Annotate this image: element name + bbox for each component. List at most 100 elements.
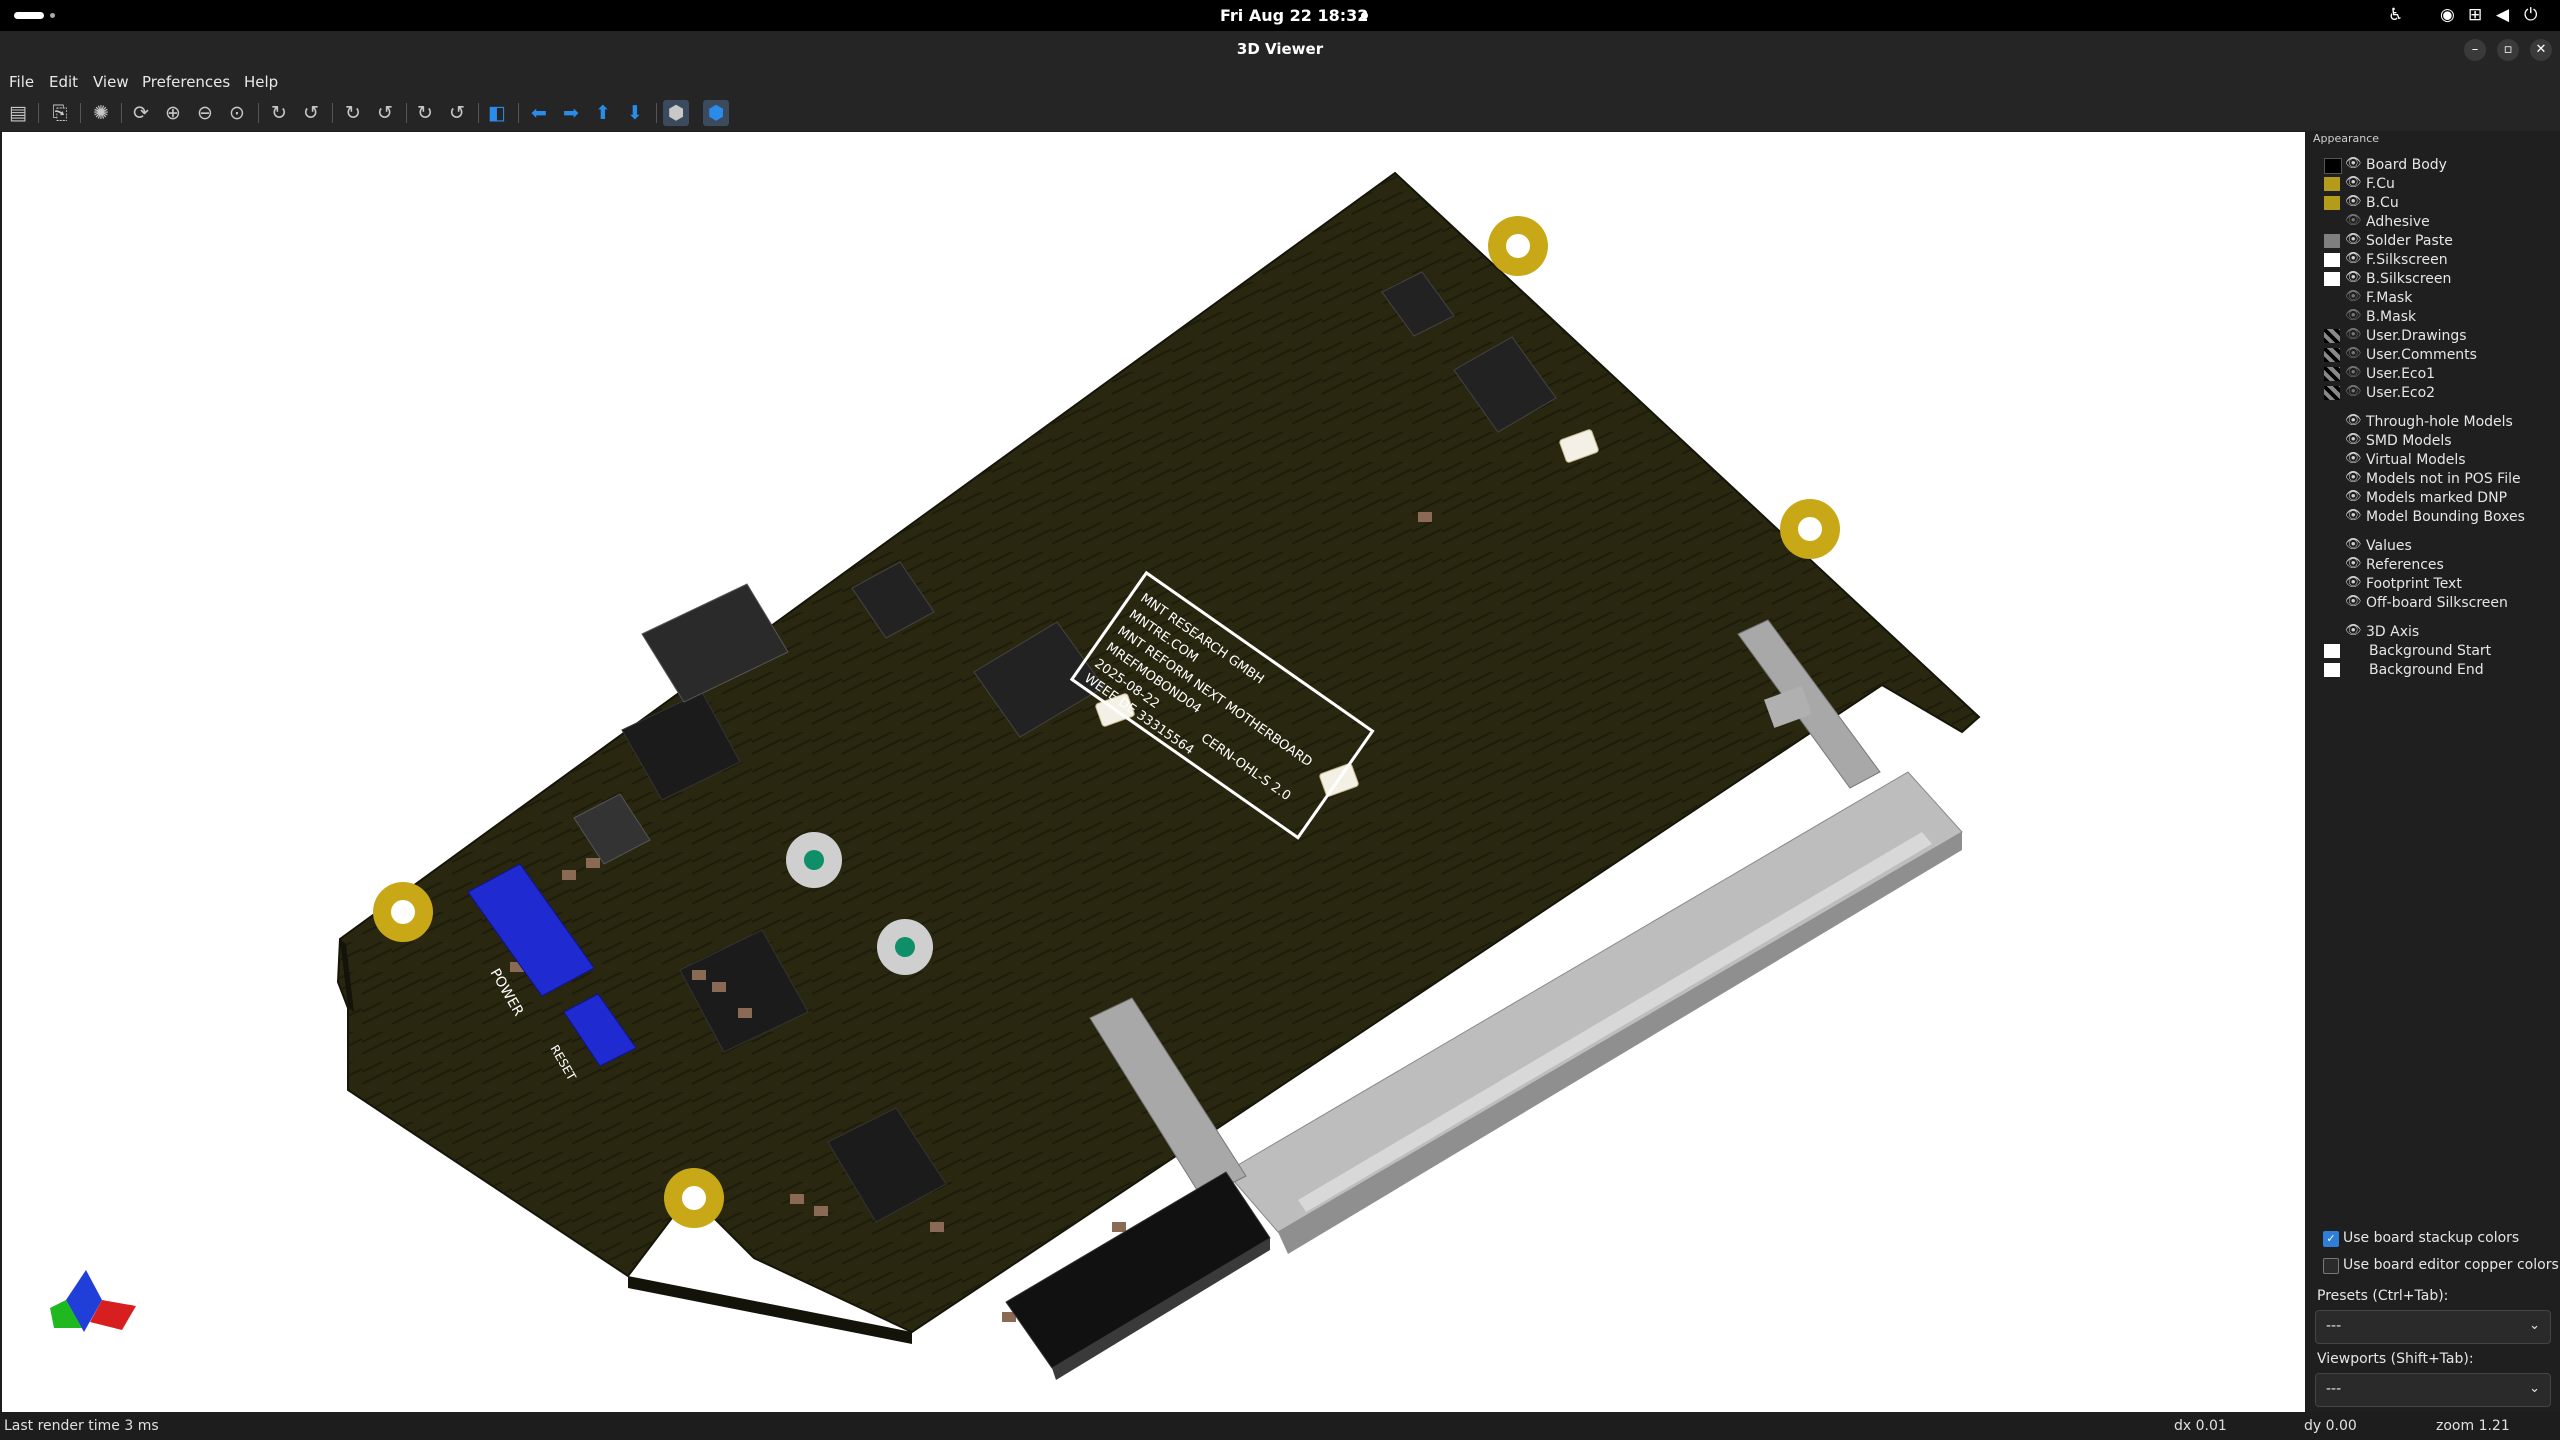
- eye-off-icon[interactable]: 👁: [2345, 384, 2362, 399]
- volume-icon[interactable]: ◀: [2496, 5, 2509, 25]
- eye-icon[interactable]: 👁: [2345, 270, 2362, 285]
- pan-down-icon[interactable]: ⬇: [622, 100, 648, 126]
- color-swatch[interactable]: [2324, 253, 2340, 267]
- eye-off-icon[interactable]: 👁: [2345, 308, 2362, 323]
- workspace-indicator[interactable]: [14, 12, 44, 19]
- eye-icon[interactable]: 👁: [2345, 175, 2362, 190]
- eye-off-icon[interactable]: 👁: [2345, 289, 2362, 304]
- layer-board-body[interactable]: 👁 Board Body: [2307, 155, 2560, 174]
- eye-icon[interactable]: 👁: [2345, 575, 2362, 590]
- color-swatch[interactable]: [2324, 386, 2340, 400]
- menu-preferences[interactable]: Preferences: [142, 73, 230, 91]
- eye-icon[interactable]: 👁: [2345, 451, 2362, 466]
- layer-solder-paste[interactable]: 👁 Solder Paste: [2307, 231, 2560, 250]
- raytrace-toggle-icon[interactable]: ✺: [88, 100, 114, 126]
- layer-f-silkscreen[interactable]: 👁 F.Silkscreen: [2307, 250, 2560, 269]
- zoom-fit-icon[interactable]: ⊙: [224, 100, 250, 126]
- power-icon[interactable]: ⏻: [2524, 5, 2537, 25]
- color-swatch[interactable]: [2324, 272, 2340, 286]
- layer-user-comments[interactable]: 👁 User.Comments: [2307, 345, 2560, 364]
- eye-icon[interactable]: 👁: [2345, 251, 2362, 266]
- color-swatch[interactable]: [2324, 644, 2340, 658]
- location-icon[interactable]: ◉: [2440, 5, 2455, 25]
- pcb-board[interactable]: [336, 171, 1981, 1344]
- rotate-x-cw-icon[interactable]: ↻: [266, 100, 292, 126]
- rotate-z-cw-icon[interactable]: ↻: [412, 100, 438, 126]
- menu-help[interactable]: Help: [244, 73, 278, 91]
- layer-f-cu[interactable]: 👁 F.Cu: [2307, 174, 2560, 193]
- toggle-bounding-boxes[interactable]: 👁 Model Bounding Boxes: [2307, 507, 2560, 526]
- eye-icon[interactable]: 👁: [2345, 232, 2362, 247]
- color-swatch[interactable]: [2324, 196, 2340, 210]
- rotate-x-ccw-icon[interactable]: ↺: [298, 100, 324, 126]
- render-raytracing-icon[interactable]: ▤: [5, 100, 31, 126]
- layer-user-eco2[interactable]: 👁 User.Eco2: [2307, 383, 2560, 402]
- toggle-models-not-in-pos[interactable]: 👁 Models not in POS File: [2307, 469, 2560, 488]
- menu-edit[interactable]: Edit: [49, 73, 78, 91]
- layer-b-silkscreen[interactable]: 👁 B.Silkscreen: [2307, 269, 2560, 288]
- use-stackup-colors-checkbox[interactable]: ✓: [2323, 1231, 2339, 1247]
- toggle-models-dnp[interactable]: 👁 Models marked DNP: [2307, 488, 2560, 507]
- 3d-viewport[interactable]: POWER RESET MNT RESEARCH GMBH MNTRE.COM …: [2, 132, 2305, 1412]
- layer-f-mask[interactable]: 👁 F.Mask: [2307, 288, 2560, 307]
- flip-board-icon[interactable]: ◧: [484, 100, 510, 126]
- eye-icon[interactable]: 👁: [2345, 413, 2362, 428]
- toggle-footprint-text[interactable]: 👁 Footprint Text: [2307, 574, 2560, 593]
- network-icon[interactable]: ⊞: [2468, 5, 2482, 25]
- color-swatch[interactable]: [2324, 177, 2340, 191]
- accessibility-icon[interactable]: ♿: [2388, 5, 2403, 25]
- minimize-button[interactable]: –: [2464, 39, 2486, 61]
- eye-icon[interactable]: 👁: [2345, 623, 2362, 638]
- eye-icon[interactable]: 👁: [2345, 432, 2362, 447]
- eye-icon[interactable]: 👁: [2345, 508, 2362, 523]
- appearance-panel-icon[interactable]: ⬢: [703, 100, 729, 126]
- workspace-dot[interactable]: [50, 13, 55, 18]
- toggle-through-hole-models[interactable]: 👁 Through-hole Models: [2307, 412, 2560, 431]
- layer-adhesive[interactable]: 👁 Adhesive: [2307, 212, 2560, 231]
- rotate-y-ccw-icon[interactable]: ↺: [372, 100, 398, 126]
- reload-icon[interactable]: ⟳: [128, 100, 154, 126]
- zoom-in-icon[interactable]: ⊕: [160, 100, 186, 126]
- eye-icon[interactable]: 👁: [2345, 156, 2362, 171]
- eye-icon[interactable]: 👁: [2345, 594, 2362, 609]
- maximize-button[interactable]: ▫: [2497, 39, 2519, 61]
- menu-view[interactable]: View: [93, 73, 129, 91]
- layer-b-mask[interactable]: 👁 B.Mask: [2307, 307, 2560, 326]
- toggle-offboard-silkscreen[interactable]: 👁 Off-board Silkscreen: [2307, 593, 2560, 612]
- eye-icon[interactable]: 👁: [2345, 470, 2362, 485]
- orthographic-icon[interactable]: ⬢: [663, 100, 689, 126]
- eye-icon[interactable]: 👁: [2345, 489, 2362, 504]
- use-editor-colors-checkbox[interactable]: [2323, 1258, 2339, 1274]
- layer-user-drawings[interactable]: 👁 User.Drawings: [2307, 326, 2560, 345]
- system-clock[interactable]: Fri Aug 22 18:32: [1220, 6, 1368, 25]
- toggle-smd-models[interactable]: 👁 SMD Models: [2307, 431, 2560, 450]
- eye-icon[interactable]: 👁: [2345, 537, 2362, 552]
- presets-dropdown[interactable]: --- ⌄: [2315, 1310, 2551, 1344]
- eye-off-icon[interactable]: 👁: [2345, 365, 2362, 380]
- background-end[interactable]: Background End: [2307, 660, 2560, 679]
- eye-off-icon[interactable]: 👁: [2345, 346, 2362, 361]
- toggle-references[interactable]: 👁 References: [2307, 555, 2560, 574]
- pan-right-icon[interactable]: ➡: [558, 100, 584, 126]
- color-swatch[interactable]: [2324, 234, 2340, 248]
- viewports-dropdown[interactable]: --- ⌄: [2315, 1373, 2551, 1407]
- layer-user-eco1[interactable]: 👁 User.Eco1: [2307, 364, 2560, 383]
- copy-image-icon[interactable]: ⎘: [47, 100, 73, 126]
- color-swatch[interactable]: [2324, 663, 2340, 677]
- eye-icon[interactable]: 👁: [2345, 194, 2362, 209]
- layer-b-cu[interactable]: 👁 B.Cu: [2307, 193, 2560, 212]
- toggle-virtual-models[interactable]: 👁 Virtual Models: [2307, 450, 2560, 469]
- eye-icon[interactable]: 👁: [2345, 556, 2362, 571]
- toggle-3d-axis[interactable]: 👁 3D Axis: [2307, 622, 2560, 641]
- color-swatch[interactable]: [2324, 329, 2340, 343]
- color-swatch[interactable]: [2324, 158, 2342, 174]
- close-button[interactable]: ✕: [2530, 39, 2552, 61]
- toggle-values[interactable]: 👁 Values: [2307, 536, 2560, 555]
- zoom-out-icon[interactable]: ⊖: [192, 100, 218, 126]
- pan-up-icon[interactable]: ⬆: [590, 100, 616, 126]
- eye-off-icon[interactable]: 👁: [2345, 213, 2362, 228]
- rotate-y-cw-icon[interactable]: ↻: [340, 100, 366, 126]
- rotate-z-ccw-icon[interactable]: ↺: [444, 100, 470, 126]
- color-swatch[interactable]: [2324, 348, 2340, 362]
- menu-file[interactable]: File: [9, 73, 34, 91]
